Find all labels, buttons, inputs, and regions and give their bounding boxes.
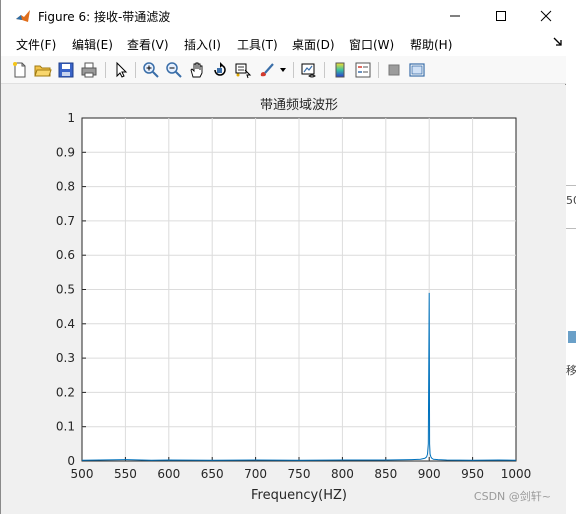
title-bar[interactable]: Figure 6: 接收-带通滤波 bbox=[1, 0, 567, 32]
menu-help[interactable]: 帮助(H) bbox=[410, 36, 452, 53]
toolbar-separator bbox=[378, 62, 379, 78]
select-arrow-icon[interactable] bbox=[112, 61, 130, 79]
legend-icon[interactable] bbox=[354, 61, 372, 79]
minimize-icon bbox=[450, 15, 460, 17]
strip-text-2: 移 bbox=[566, 364, 576, 377]
x-tick-label: 1000 bbox=[501, 467, 532, 481]
minimize-button[interactable] bbox=[432, 0, 478, 32]
menu-bar: 文件(F) 编辑(E) 查看(V) 插入(I) 工具(T) 桌面(D) 窗口(W… bbox=[1, 32, 567, 56]
strip-divider bbox=[566, 228, 576, 229]
y-tick-label: 0.6 bbox=[56, 248, 75, 262]
rotate-3d-icon[interactable] bbox=[211, 61, 229, 79]
y-tick-label: 0.5 bbox=[56, 283, 75, 297]
x-tick-label: 700 bbox=[244, 467, 267, 481]
x-tick-label: 500 bbox=[71, 467, 94, 481]
save-icon[interactable] bbox=[57, 61, 75, 79]
close-button[interactable] bbox=[523, 0, 569, 32]
x-tick-label: 950 bbox=[461, 467, 484, 481]
y-tick-label: 0.9 bbox=[56, 145, 75, 159]
zoom-in-icon[interactable] bbox=[142, 61, 160, 79]
chart-title: 带通频域波形 bbox=[260, 98, 338, 113]
matlab-icon bbox=[15, 8, 31, 24]
print-icon[interactable] bbox=[80, 61, 98, 79]
menu-view[interactable]: 查看(V) bbox=[127, 36, 169, 53]
x-tick-label: 550 bbox=[114, 467, 137, 481]
x-tick-label: 800 bbox=[331, 467, 354, 481]
menu-tools[interactable]: 工具(T) bbox=[237, 36, 278, 53]
frequency-chart[interactable]: 500 550 600 650 700 750 800 850 900 950 1000 0 0.1 0.… bbox=[1, 85, 567, 514]
toolbar-separator bbox=[324, 62, 325, 78]
figure-toolbar bbox=[1, 56, 567, 84]
y-tick-label: 0.3 bbox=[56, 351, 75, 365]
close-icon bbox=[540, 10, 552, 22]
x-tick-label: 900 bbox=[418, 467, 441, 481]
background-window-strip: 50 移 bbox=[566, 0, 576, 514]
menu-file[interactable]: 文件(F) bbox=[16, 36, 56, 53]
y-tick-label: 0.1 bbox=[56, 420, 75, 434]
toolbar-separator bbox=[293, 62, 294, 78]
x-axis-label: Frequency(HZ) bbox=[251, 488, 347, 503]
menu-edit[interactable]: 编辑(E) bbox=[72, 36, 113, 53]
plot-area: 500 550 600 650 700 750 800 850 900 950 1000 0 0.1 0.… bbox=[1, 85, 567, 514]
y-tick-label: 0.4 bbox=[56, 317, 75, 331]
data-cursor-icon[interactable] bbox=[234, 61, 252, 79]
colorbar-icon[interactable] bbox=[331, 61, 349, 79]
toolbar-separator bbox=[135, 62, 136, 78]
menu-insert[interactable]: 插入(I) bbox=[184, 36, 221, 53]
hide-plot-tools-icon[interactable] bbox=[385, 61, 403, 79]
maximize-icon bbox=[496, 11, 506, 21]
x-tick-label: 650 bbox=[201, 467, 224, 481]
y-tick-label: 0.8 bbox=[56, 180, 75, 194]
strip-divider bbox=[566, 185, 576, 186]
x-tick-label: 600 bbox=[157, 467, 180, 481]
x-tick-label: 750 bbox=[288, 467, 311, 481]
window-title: Figure 6: 接收-带通滤波 bbox=[38, 10, 171, 24]
link-plot-icon[interactable] bbox=[300, 61, 318, 79]
pan-icon[interactable] bbox=[188, 61, 206, 79]
dock-arrow-icon[interactable] bbox=[553, 37, 563, 47]
menu-desktop[interactable]: 桌面(D) bbox=[292, 36, 335, 53]
strip-thumb bbox=[568, 331, 576, 343]
new-figure-icon[interactable] bbox=[11, 61, 29, 79]
x-tick-label: 850 bbox=[374, 467, 397, 481]
maximize-button[interactable] bbox=[478, 0, 524, 32]
zoom-out-icon[interactable] bbox=[165, 61, 183, 79]
brush-dropdown-icon[interactable] bbox=[279, 67, 287, 73]
menu-window[interactable]: 窗口(W) bbox=[349, 36, 394, 53]
y-tick-label: 0.2 bbox=[56, 385, 75, 399]
show-plot-tools-icon[interactable] bbox=[408, 61, 426, 79]
strip-text-1: 50 bbox=[566, 194, 576, 207]
y-tick-label: 1 bbox=[67, 111, 75, 125]
open-file-icon[interactable] bbox=[34, 61, 52, 79]
figure-window: Figure 6: 接收-带通滤波 文件(F) 编辑(E) 查看(V) 插入(I… bbox=[0, 0, 567, 514]
watermark: CSDN @剑轩~ bbox=[473, 490, 551, 503]
y-tick-label: 0 bbox=[67, 454, 75, 468]
toolbar-separator bbox=[105, 62, 106, 78]
y-tick-label: 0.7 bbox=[56, 214, 75, 228]
brush-icon[interactable] bbox=[258, 61, 276, 79]
